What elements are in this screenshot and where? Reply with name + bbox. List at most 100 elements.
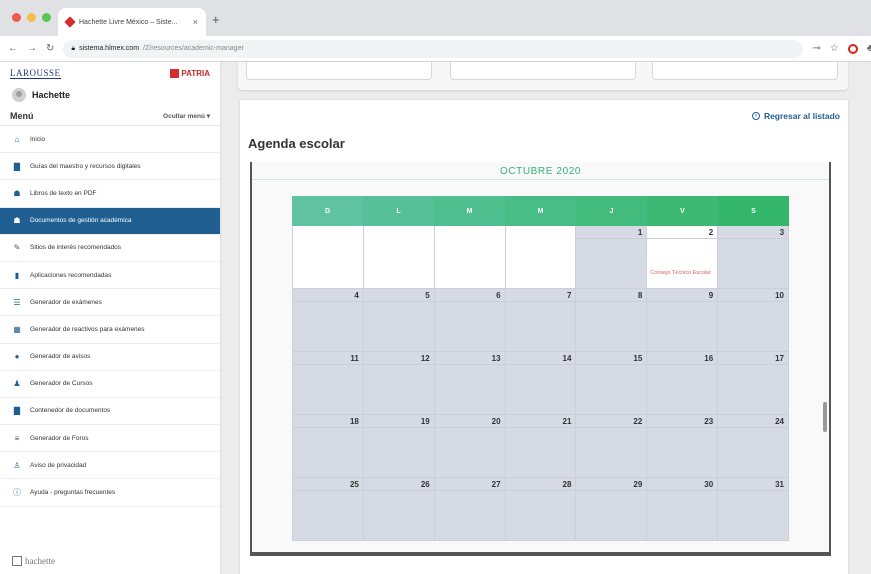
calendar-week-row: 11 12 13 14 15 16 17: [292, 352, 790, 415]
sidebar-item[interactable]: ☗ Libros de texto en PDF: [0, 180, 220, 208]
day-header-strip: [647, 301, 718, 302]
calendar-day-cell[interactable]: 15: [576, 352, 648, 415]
calendar-day-cell[interactable]: 18: [292, 415, 364, 478]
day-number: 22: [633, 417, 643, 426]
sidebar-item[interactable]: ♙ Aviso de privacidad: [0, 452, 220, 480]
sidebar-item[interactable]: ⌂ Inicio: [0, 126, 220, 154]
url-domain: sistema.hlmex.com: [79, 45, 140, 52]
help-icon: ⓘ: [13, 488, 21, 498]
people-icon: ♟: [13, 379, 21, 389]
calendar-day-cell[interactable]: 23: [647, 415, 719, 478]
calendar-day-cell[interactable]: 19: [363, 415, 435, 478]
day-number: 17: [775, 354, 785, 363]
calendar-day-cell[interactable]: 6: [434, 289, 506, 352]
day-header-strip: [293, 490, 363, 491]
close-window-button[interactable]: [12, 13, 21, 22]
sidebar-item[interactable]: ● Generador de avisos: [0, 344, 220, 371]
hide-menu-button[interactable]: Ocultar menú ▾: [163, 112, 210, 120]
calendar-weekday-header: DLMMJVS: [292, 196, 789, 226]
users-icon: ☗: [13, 188, 21, 198]
calendar-day-cell[interactable]: 12: [363, 352, 435, 415]
day-number: 6: [496, 291, 501, 300]
scrollbar-thumb[interactable]: [823, 402, 827, 432]
key-icon[interactable]: ⊸: [812, 43, 820, 54]
calendar-day-cell[interactable]: 16: [647, 352, 719, 415]
opera-extension-icon[interactable]: [847, 43, 858, 54]
day-number: 23: [704, 417, 714, 426]
back-arrow-icon[interactable]: ←: [8, 43, 18, 54]
chart-icon: ≡: [14, 433, 20, 443]
calendar-day-cell[interactable]: 17: [718, 352, 790, 415]
sidebar-item[interactable]: ≡ Generador de Foros: [0, 425, 220, 453]
sidebar-item[interactable]: ♟ Generador de Cursos: [0, 371, 220, 398]
larousse-logo[interactable]: LAROUSSE: [10, 68, 61, 79]
day-header-strip: [505, 364, 576, 365]
calendar-day-cell[interactable]: 29: [576, 478, 648, 541]
url-input[interactable]: 🔒︎ sistema.hlmex.com/Z/resources/academi…: [63, 39, 804, 58]
day-header-strip: [647, 427, 718, 428]
calendar-day-cell[interactable]: 30: [647, 478, 719, 541]
sidebar-item[interactable]: ⓘ Ayuda - preguntas frecuentes: [0, 479, 220, 507]
calendar-day-cell[interactable]: 22: [576, 415, 648, 478]
calendar-day-cell[interactable]: 5: [363, 289, 435, 352]
sidebar-item[interactable]: ☰ Generador de exámenes: [0, 289, 220, 317]
day-number: 31: [775, 480, 785, 489]
extensions-icon[interactable]: ♣: [867, 43, 871, 54]
calendar-day-cell[interactable]: 3: [718, 226, 790, 289]
star-icon[interactable]: ☆: [830, 43, 839, 54]
calendar-day-cell[interactable]: 10: [718, 289, 790, 352]
calendar-day-cell[interactable]: 9: [647, 289, 719, 352]
calendar-day-cell[interactable]: 24: [718, 415, 790, 478]
maximize-window-button[interactable]: [42, 13, 51, 22]
grid-icon: ▦: [13, 324, 21, 334]
browser-tab[interactable]: Hachette Livre México – Siste... ×: [58, 8, 206, 36]
forward-arrow-icon[interactable]: →: [27, 43, 37, 54]
day-header-strip: [505, 490, 576, 491]
day-header-strip: [647, 364, 718, 365]
calendar-day-cell[interactable]: 28: [505, 478, 577, 541]
calendar-day-cell[interactable]: 2 Consejo Técnico Escolar: [647, 226, 719, 289]
calendar-day-cell[interactable]: 8: [576, 289, 648, 352]
sidebar-item[interactable]: ▮ Aplicaciones recomendadas: [0, 262, 220, 290]
sidebar-item-label: Generador de Foros: [30, 434, 89, 442]
day-number: 13: [491, 354, 501, 363]
calendar-day-cell[interactable]: 4: [292, 289, 364, 352]
sidebar-item-label: Generador de avisos: [30, 353, 91, 361]
sidebar-item-label: Aplicaciones recomendadas: [30, 271, 112, 279]
calendar-empty-cell: [434, 226, 506, 289]
sidebar-item[interactable]: ☗ Documentos de gestión académica: [0, 207, 220, 235]
calendar-day-cell[interactable]: 11: [292, 352, 364, 415]
back-to-list-link[interactable]: ‹ Regresar al listado: [751, 111, 840, 121]
sidebar-item[interactable]: ▇ Contenedor de documentos: [0, 398, 220, 426]
day-number: 19: [420, 417, 430, 426]
sidebar-item[interactable]: ▦ Generador de reactivos para exámenes: [0, 316, 220, 344]
calendar-day-cell[interactable]: 21: [505, 415, 577, 478]
calendar-day-cell[interactable]: 25: [292, 478, 364, 541]
calendar-day-cell[interactable]: 1: [576, 226, 648, 289]
day-number: 14: [562, 354, 572, 363]
patria-logo[interactable]: PATRIA: [170, 68, 210, 78]
calendar-day-cell[interactable]: 20: [434, 415, 506, 478]
reload-icon[interactable]: ↻: [46, 43, 54, 54]
calendar: OCTUBRE 2020 DLMMJVS 1 2 Consejo Técnico E…: [250, 162, 831, 556]
calendar-day-cell[interactable]: 13: [434, 352, 506, 415]
new-tab-icon[interactable]: +: [212, 12, 220, 27]
day-number: 20: [491, 417, 501, 426]
group-icon: ☗: [13, 216, 21, 226]
user-row[interactable]: Hachette: [0, 84, 220, 106]
day-number: 27: [491, 480, 501, 489]
minimize-window-button[interactable]: [27, 13, 36, 22]
calendar-day-cell[interactable]: 26: [363, 478, 435, 541]
sidebar-item[interactable]: ▇ Guías del maestro y recursos digitales: [0, 153, 220, 181]
day-header-strip: [363, 301, 434, 302]
user-name: Hachette: [32, 90, 71, 100]
weekday-header-cell: M: [434, 196, 505, 226]
calendar-day-cell[interactable]: 31: [718, 478, 790, 541]
calendar-day-cell[interactable]: 14: [505, 352, 577, 415]
day-number: 10: [775, 291, 785, 300]
calendar-day-cell[interactable]: 7: [505, 289, 577, 352]
calendar-event[interactable]: Consejo Técnico Escolar: [650, 270, 711, 277]
calendar-day-cell[interactable]: 27: [434, 478, 506, 541]
close-tab-icon[interactable]: ×: [193, 17, 198, 27]
sidebar-item[interactable]: ✎ Sitios de interés recomendados: [0, 235, 220, 262]
